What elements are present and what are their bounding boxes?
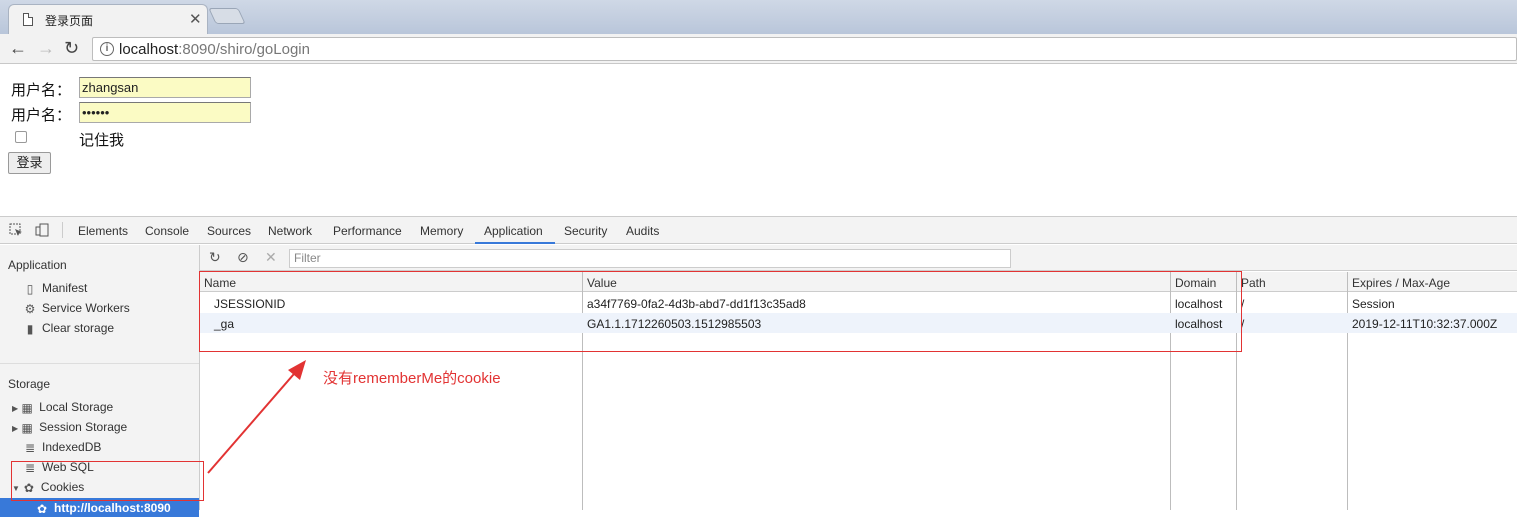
annotation-box-sidebar <box>11 461 204 501</box>
url-path: :8090/shiro/goLogin <box>178 41 310 58</box>
page-icon <box>23 13 33 26</box>
device-toolbar-icon[interactable] <box>35 223 49 237</box>
sidebar-item-label: Local Storage <box>39 400 114 414</box>
browser-tab-strip: 登录页面 ✕ <box>0 0 1517 34</box>
tab-sources[interactable]: Sources <box>207 224 251 238</box>
trash-icon: ▮ <box>26 322 34 336</box>
login-button[interactable]: 登录 <box>8 152 51 174</box>
sidebar-item-clear-storage[interactable]: ▮ Clear storage <box>24 319 114 337</box>
tab-memory[interactable]: Memory <box>420 224 463 238</box>
tab-elements[interactable]: Elements <box>78 224 128 238</box>
refresh-icon[interactable]: ↻ <box>209 249 221 266</box>
expand-arrow-icon[interactable]: ▶ <box>12 424 18 433</box>
sidebar-item-service-workers[interactable]: ⚙ Service Workers <box>24 299 130 317</box>
password-input[interactable]: •••••• <box>79 102 251 123</box>
grid-icon: ▦ <box>21 401 33 415</box>
active-tab-indicator <box>475 242 555 244</box>
annotation-box-cookies <box>199 271 1242 352</box>
document-icon: ▯ <box>26 282 34 296</box>
url-text: localhost:8090/shiro/goLogin <box>119 41 310 58</box>
tab-audits[interactable]: Audits <box>626 224 659 238</box>
grid-icon: ▦ <box>21 421 33 435</box>
annotation-arrow-icon <box>207 360 306 474</box>
username-input[interactable]: zhangsan <box>79 77 251 98</box>
cell-expires: 2019-12-11T10:32:37.000Z <box>1352 317 1498 331</box>
sidebar-item-label: http://localhost:8090 <box>54 501 171 515</box>
sidebar-item-label: IndexedDB <box>42 440 102 454</box>
toolbar-divider <box>62 222 63 238</box>
address-bar[interactable]: i localhost:8090/shiro/goLogin <box>92 37 1517 61</box>
browser-tab[interactable]: 登录页面 ✕ <box>8 4 208 34</box>
inspect-element-icon[interactable] <box>9 223 23 237</box>
filter-input[interactable]: Filter <box>289 249 1011 268</box>
sidebar-item-label: Manifest <box>42 281 88 295</box>
tab-network[interactable]: Network <box>268 224 312 238</box>
reload-icon[interactable]: ↻ <box>64 38 79 58</box>
forward-icon[interactable]: → <box>37 38 55 58</box>
tab-title: 登录页面 <box>45 14 94 28</box>
delete-selected-icon[interactable]: ✕ <box>265 249 277 266</box>
clear-all-icon[interactable]: ⊘ <box>237 249 249 266</box>
sidebar-item-label: Service Workers <box>42 301 130 315</box>
tab-performance[interactable]: Performance <box>333 224 402 238</box>
column-header-expires[interactable]: Expires / Max-Age <box>1352 276 1450 290</box>
remember-me-label: 记住我 <box>79 132 125 149</box>
sidebar-item-label: Clear storage <box>42 321 115 335</box>
sidebar-item-indexeddb[interactable]: ≣ IndexedDB <box>24 438 101 456</box>
new-tab-button[interactable] <box>208 8 246 24</box>
column-header-path[interactable]: Path <box>1241 276 1266 290</box>
devtools-tab-bar: Elements Console Sources Network Perform… <box>0 217 1517 244</box>
sidebar-item-session-storage[interactable]: ▶ ▦ Session Storage <box>12 418 127 436</box>
sidebar-header-storage: Storage <box>8 377 51 391</box>
gear-icon: ⚙ <box>24 302 36 316</box>
database-icon: ≣ <box>24 441 36 455</box>
url-host: localhost <box>119 41 179 58</box>
sidebar-item-local-storage[interactable]: ▶ ▦ Local Storage <box>12 398 113 416</box>
cookies-toolbar: ↻ ⊘ ✕ Filter <box>200 245 1517 271</box>
cell-expires: Session <box>1352 297 1395 311</box>
close-tab-icon[interactable]: ✕ <box>189 10 202 28</box>
page-content: 用户名： zhangsan 用户名： •••••• 记住我 登录 <box>0 65 1517 216</box>
sidebar-item-cookie-origin[interactable]: ✿ http://localhost:8090 <box>36 499 171 517</box>
tab-console[interactable]: Console <box>145 224 189 238</box>
remember-me-checkbox[interactable] <box>15 131 27 143</box>
expand-arrow-icon[interactable]: ▶ <box>12 404 18 413</box>
info-icon[interactable]: i <box>100 42 114 56</box>
username-label: 用户名： <box>11 82 72 99</box>
cookie-icon: ✿ <box>36 502 48 516</box>
sidebar-item-manifest[interactable]: ▯ Manifest <box>24 279 88 297</box>
browser-toolbar: ← → ↻ i localhost:8090/shiro/goLogin <box>0 34 1517 64</box>
password-label: 用户名： <box>11 107 72 124</box>
back-icon[interactable]: ← <box>9 38 27 58</box>
annotation-text: 没有rememberMe的cookie <box>323 370 501 387</box>
sidebar-item-label: Session Storage <box>39 420 128 434</box>
tab-application[interactable]: Application <box>484 224 543 238</box>
tab-security[interactable]: Security <box>564 224 607 238</box>
sidebar-header-application: Application <box>8 258 67 272</box>
sidebar-divider <box>0 363 199 364</box>
